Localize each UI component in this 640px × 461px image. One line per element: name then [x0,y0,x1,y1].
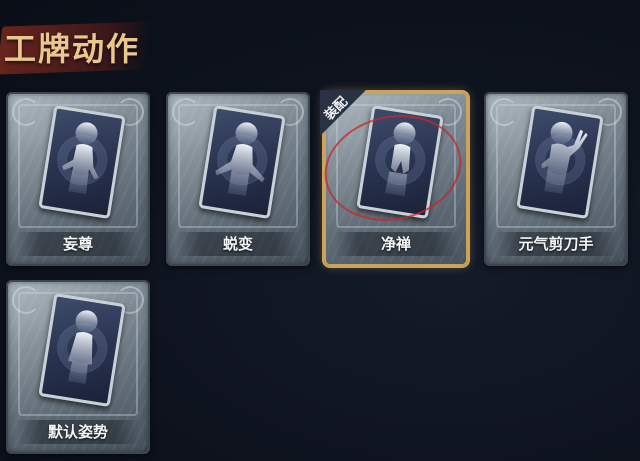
ornament-swirl-icon [12,98,40,126]
card-label: 妄尊 [16,232,140,256]
card-label: 默认姿势 [16,420,140,444]
card-label: 元气剪刀手 [494,232,618,256]
silhouette-default-icon [67,310,98,385]
action-card-yuanqi-jiandaoshou[interactable]: 元气剪刀手 [484,92,628,266]
action-card-jingchan[interactable]: 装配 净禅 [314,90,472,266]
ornament-swirl-icon [490,98,518,126]
card-label: 净禅 [334,232,458,256]
action-card-wangzun[interactable]: 妄尊 [6,92,150,266]
section-title: 工牌动作 [4,30,141,68]
silhouette-peace-sign-icon [541,121,588,194]
ornament-swirl-icon [12,286,40,314]
silhouette-arms-open-icon [215,122,265,197]
ornament-swirl-icon [172,98,200,126]
section-header: 工牌动作 [0,10,160,75]
silhouette-prayer-icon [384,122,416,197]
action-card-screen: 工牌动作 妄尊 蜕变 装配 净禅 元气剪刀手 默认姿势 [0,0,640,461]
action-card-tuibian[interactable]: 蜕变 [166,92,310,266]
card-label: 蜕变 [176,232,300,256]
silhouette-hand-on-hip-icon [62,122,99,195]
action-card-default[interactable]: 默认姿势 [6,280,150,454]
